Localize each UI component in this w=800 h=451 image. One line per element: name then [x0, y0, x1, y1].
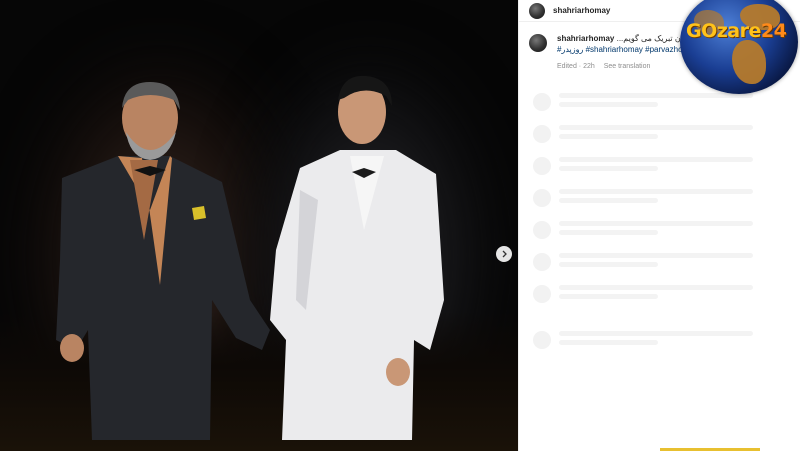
edited-timestamp: Edited · 22h: [557, 62, 595, 70]
post-photo[interactable]: [0, 0, 518, 451]
watermark-text: GOzare24: [686, 20, 787, 42]
man-right-figure: [270, 75, 444, 440]
chevron-right-icon: [502, 250, 507, 258]
caption-hashtags[interactable]: #روزپدر #shahriarhomay #parvazhom: [557, 45, 689, 54]
caption-username[interactable]: shahriarhomay: [557, 34, 614, 43]
next-photo-button[interactable]: [496, 246, 512, 262]
see-translation-link[interactable]: See translation: [604, 63, 651, 70]
skeleton-row: [533, 122, 780, 146]
skeleton-row: [533, 250, 780, 274]
author-avatar[interactable]: [529, 2, 545, 19]
instagram-post-view: shahriarhomay shahriarhomay ...زان تبریک…: [0, 0, 800, 451]
comments-loading-skeleton: [533, 90, 780, 360]
skeleton-row: [533, 186, 780, 210]
man-left-figure: [56, 82, 270, 440]
caption-text: ...زان تبریک می گویم: [616, 34, 687, 43]
author-username[interactable]: shahriarhomay: [553, 6, 610, 15]
skeleton-row: [533, 282, 780, 306]
skeleton-row: [533, 154, 780, 178]
skeleton-row: [533, 328, 780, 352]
caption-avatar[interactable]: [529, 34, 547, 52]
photo-illustration: [56, 75, 444, 440]
skeleton-row: [533, 218, 780, 242]
